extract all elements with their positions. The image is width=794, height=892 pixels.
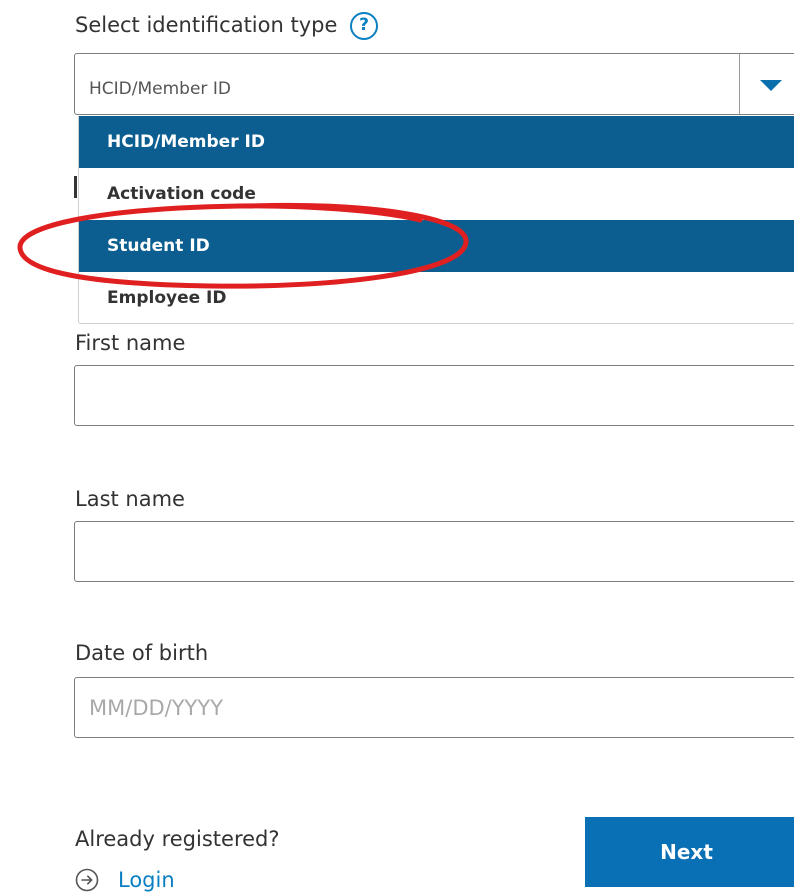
option-activation-code[interactable]: Activation code	[79, 168, 794, 220]
option-hcid-member-id[interactable]: HCID/Member ID	[79, 116, 794, 168]
already-registered-text: Already registered?	[75, 827, 280, 851]
id-type-dropdown: HCID/Member ID Activation code Student I…	[78, 116, 794, 324]
first-name-input[interactable]	[74, 365, 794, 426]
help-icon[interactable]: ?	[350, 12, 378, 40]
id-type-selected-value: HCID/Member ID	[89, 79, 231, 99]
select-divider	[739, 54, 740, 114]
caret-down-icon[interactable]	[760, 80, 782, 91]
date-of-birth-input[interactable]	[74, 677, 794, 738]
last-name-label: Last name	[75, 487, 185, 511]
id-type-label: Select identification type	[75, 13, 338, 37]
id-type-select[interactable]: HCID/Member ID	[74, 53, 794, 115]
arrow-right-circle-icon	[75, 868, 99, 892]
next-button[interactable]: Next	[585, 817, 794, 887]
login-link-label: Login	[118, 867, 175, 892]
option-student-id[interactable]: Student ID	[79, 220, 794, 272]
date-of-birth-label: Date of birth	[75, 641, 209, 665]
login-link[interactable]: Login	[75, 866, 175, 892]
last-name-input[interactable]	[74, 521, 794, 582]
first-name-label: First name	[75, 331, 186, 355]
hidden-label-fragment	[74, 176, 77, 198]
option-employee-id[interactable]: Employee ID	[79, 272, 794, 323]
